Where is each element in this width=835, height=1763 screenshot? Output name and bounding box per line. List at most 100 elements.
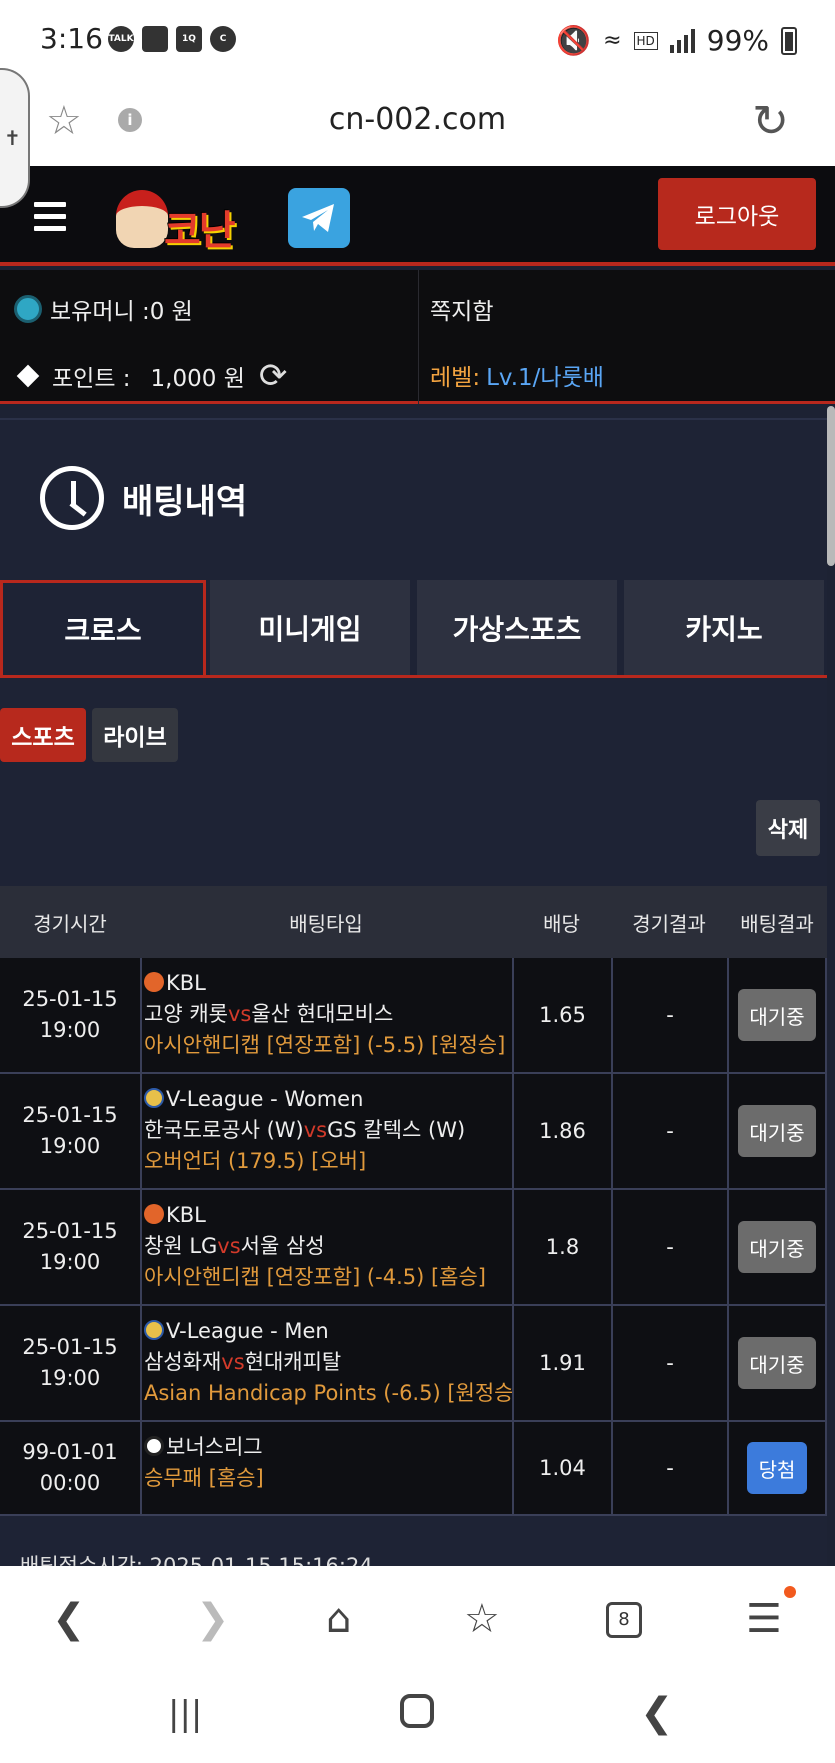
- level-value: Lv.1/나룻배: [486, 365, 604, 391]
- browser-url-bar: ☆ i cn-002.com ↻: [0, 82, 835, 166]
- volleyball-icon: [144, 1320, 164, 1340]
- subtab-sports[interactable]: 스포츠: [0, 708, 86, 762]
- point-value: 1,000 원: [150, 366, 245, 392]
- bet-status-badge[interactable]: 대기중: [738, 1105, 816, 1157]
- row-vs: vs: [217, 1234, 241, 1258]
- basketball-icon: [144, 972, 164, 992]
- browser-toolbar: ❮ ❯ ⌂ ☆ 8 ☰: [0, 1566, 835, 1676]
- home-icon[interactable]: ⌂: [326, 1596, 351, 1642]
- tab-virtual-sports[interactable]: 가상스포츠: [417, 580, 617, 675]
- row-away-team: GS 칼텍스 (W): [327, 1118, 466, 1142]
- row-away-team: 울산 현대모비스: [251, 1002, 394, 1026]
- tabs-icon[interactable]: 8: [606, 1602, 642, 1638]
- tab-casino[interactable]: 카지노: [624, 580, 824, 675]
- bet-category-tabs: 크로스 미니게임 가상스포츠 카지노: [0, 580, 827, 678]
- table-row: 99-01-01 00:00 보너스리그 승무패 [홈승] 1.04 - 당첨: [0, 1422, 827, 1516]
- forward-icon[interactable]: ❯: [196, 1596, 230, 1642]
- bookmarks-icon[interactable]: ☆: [464, 1596, 500, 1642]
- page-title: 배팅내역: [122, 481, 248, 522]
- status-bar: 3:16 TALK 1Q C 🔇 ≈ HD 99%: [0, 0, 835, 82]
- row-home-team: 한국도로공사 (W): [144, 1118, 304, 1142]
- bet-status-badge[interactable]: 대기중: [738, 989, 816, 1041]
- row-bet-type: 아시안핸디캡 [연장포함] (-4.5) [홈승]: [144, 1265, 486, 1289]
- 1q-icon: 1Q: [176, 26, 202, 52]
- tab-cross[interactable]: 크로스: [0, 580, 206, 675]
- row-date: 25-01-15: [22, 1103, 118, 1127]
- accessibility-icon: ✝: [4, 126, 21, 150]
- row-home-team: 창원 LG: [144, 1234, 218, 1258]
- mute-icon: 🔇: [556, 24, 592, 57]
- reload-icon[interactable]: ↻: [752, 96, 789, 147]
- status-time: 3:16: [40, 22, 103, 55]
- row-home-team: 삼성화재: [144, 1350, 222, 1374]
- battery-text: 99%: [706, 24, 769, 57]
- row-time: 19:00: [39, 1250, 101, 1274]
- page-scrollbar[interactable]: [827, 406, 835, 566]
- row-game-result: -: [611, 1306, 727, 1420]
- row-date: 99-01-01: [22, 1440, 118, 1464]
- tab-minigame[interactable]: 미니게임: [210, 580, 410, 675]
- row-bet-type: Asian Handicap Points (-6.5) [원정승]: [144, 1381, 512, 1405]
- bet-status-badge[interactable]: 대기중: [738, 1337, 816, 1389]
- row-league: 보너스리그: [166, 1435, 263, 1459]
- message-box-link[interactable]: 쪽지함: [430, 292, 493, 326]
- row-away-team: 현대캐피탈: [244, 1350, 342, 1374]
- table-row: 25-01-15 19:00 KBL 고양 캐롯vs울산 현대모비스 아시안핸디캡…: [0, 958, 827, 1074]
- wifi-icon: ≈: [603, 28, 622, 53]
- row-vs: vs: [227, 1002, 252, 1026]
- row-home-team: 고양 캐롯: [144, 1002, 228, 1026]
- row-time: 19:00: [39, 1366, 101, 1390]
- point-label: 포인트 :: [52, 366, 131, 392]
- recent-apps-icon[interactable]: |||: [168, 1694, 202, 1734]
- table-header: 경기시간 배팅타입 배당 경기결과 배팅결과: [0, 886, 827, 958]
- home-button-icon[interactable]: [400, 1694, 434, 1728]
- subtab-live[interactable]: 라이브: [92, 708, 178, 762]
- talk-icon: TALK: [108, 26, 134, 52]
- logo-character: [116, 190, 168, 248]
- row-date: 25-01-15: [22, 987, 118, 1011]
- table-row: 25-01-15 19:00 KBL 창원 LGvs서울 삼성 아시안핸디캡 [연…: [0, 1190, 827, 1306]
- accessibility-tab[interactable]: ✝: [0, 68, 30, 208]
- menu-icon[interactable]: ☰: [746, 1596, 782, 1642]
- row-bet-type: 아시안핸디캡 [연장포함] (-5.5) [원정승]: [144, 1033, 506, 1057]
- system-back-icon[interactable]: ❮: [640, 1690, 674, 1736]
- notification-dot: [784, 1586, 796, 1598]
- row-league: KBL: [166, 1203, 206, 1227]
- betting-history-panel: 배팅내역 크로스 미니게임 가상스포츠 카지노 스포츠 라이브 삭제 경기시간 …: [0, 418, 827, 1578]
- header-game-time: 경기시간: [33, 911, 107, 936]
- user-info-panel: 보유머니 :0 원 쪽지함 포인트 : 1,000 원 ⟳ 레벨: Lv.1/나…: [0, 270, 835, 404]
- bet-status-badge[interactable]: 대기중: [738, 1221, 816, 1273]
- row-odds: 1.91: [512, 1306, 611, 1420]
- row-time: 19:00: [39, 1018, 101, 1042]
- refresh-icon[interactable]: ⟳: [259, 356, 288, 396]
- row-league: V-League - Men: [166, 1319, 329, 1343]
- header-odds: 배당: [543, 911, 580, 936]
- row-bet-type: 승무패 [홈승]: [144, 1466, 264, 1490]
- row-odds: 1.04: [512, 1422, 611, 1514]
- hd-voice-icon: HD: [633, 31, 658, 50]
- level-label: 레벨:: [430, 365, 481, 391]
- url-text[interactable]: cn-002.com: [0, 102, 835, 137]
- menu-icon[interactable]: [34, 202, 66, 238]
- row-bet-type: 오버언더 (179.5) [오버]: [144, 1149, 367, 1173]
- soccer-icon: [144, 1436, 164, 1456]
- volleyball-icon: [144, 1088, 164, 1108]
- site-logo[interactable]: 코난: [112, 176, 262, 256]
- logout-button[interactable]: 로그아웃: [658, 178, 816, 250]
- header-bet-result: 배팅결과: [740, 911, 814, 936]
- c-icon: C: [210, 26, 236, 52]
- diamond-icon: [16, 364, 40, 388]
- row-odds: 1.65: [512, 958, 611, 1072]
- bet-status-badge[interactable]: 당첨: [747, 1442, 807, 1494]
- row-game-result: -: [611, 1422, 727, 1514]
- header-game-result: 경기결과: [632, 911, 706, 936]
- back-icon[interactable]: ❮: [52, 1596, 86, 1642]
- soccer-ball-icon: [14, 295, 42, 323]
- logo-text: 코난: [164, 208, 236, 254]
- row-time: 19:00: [39, 1134, 101, 1158]
- telegram-icon[interactable]: [288, 188, 350, 248]
- row-away-team: 서울 삼성: [240, 1234, 325, 1258]
- signal-icon: [669, 28, 695, 53]
- delete-button[interactable]: 삭제: [756, 800, 820, 856]
- row-odds: 1.86: [512, 1074, 611, 1188]
